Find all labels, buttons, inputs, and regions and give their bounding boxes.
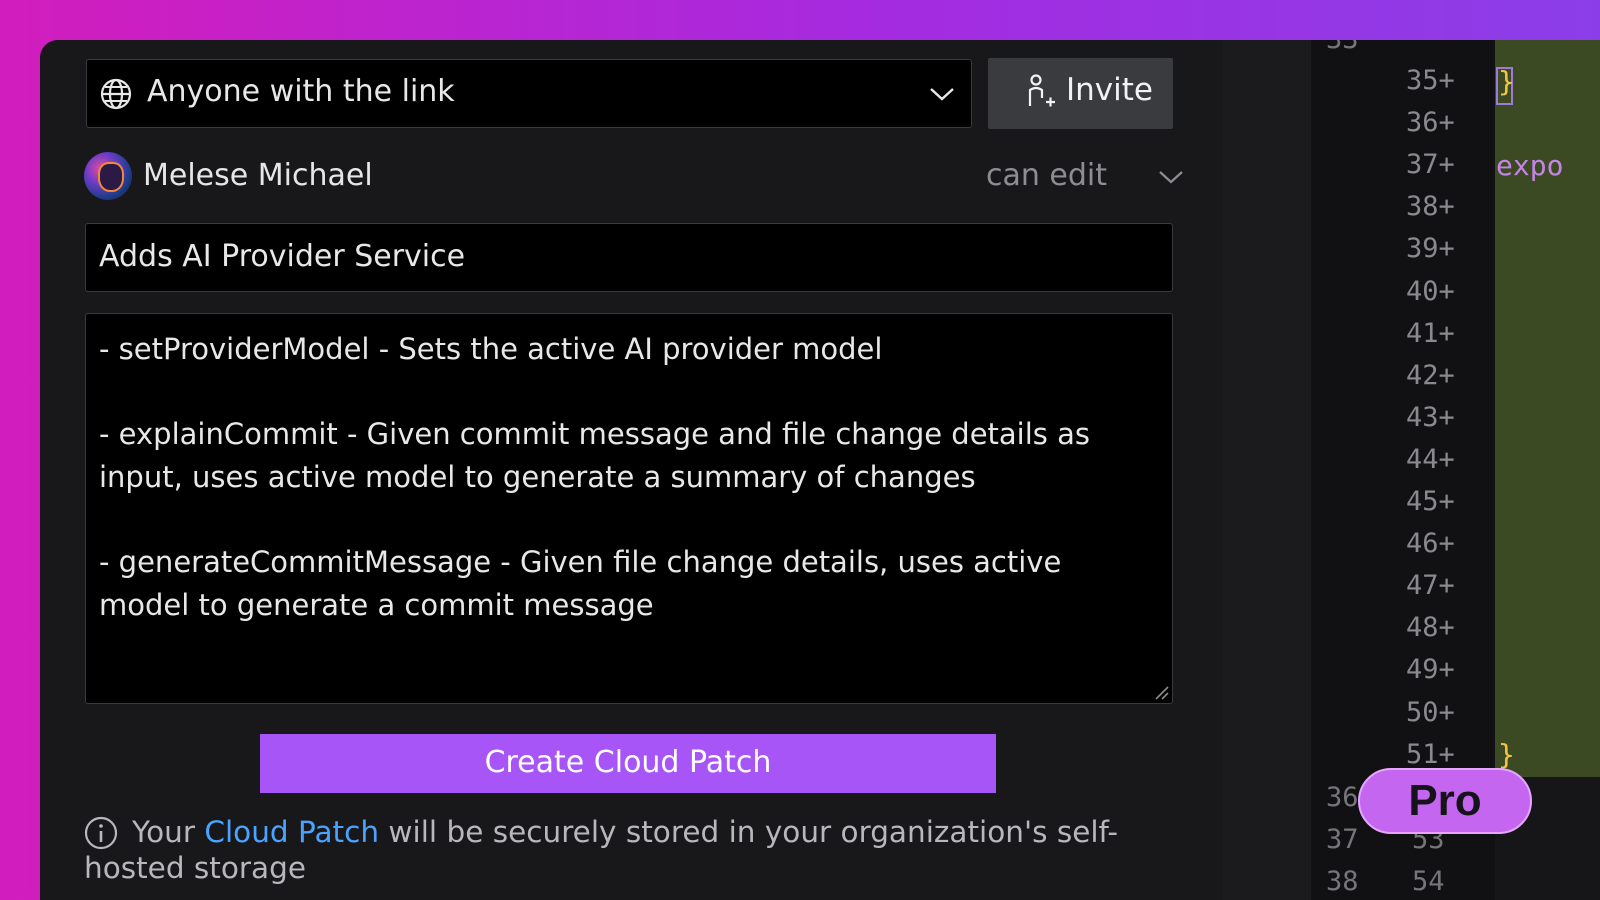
description-line: model to generate a commit message	[99, 587, 654, 622]
globe-icon	[100, 78, 132, 110]
cloud-patch-link[interactable]: Cloud Patch	[204, 815, 379, 849]
description-line: - setProviderModel - Sets the active AI …	[99, 332, 883, 366]
line-number: 41+	[1406, 317, 1455, 349]
patch-title-input[interactable]: Adds AI Provider Service	[85, 223, 1173, 292]
line-number: 35+	[1406, 65, 1455, 96]
chevron-down-icon[interactable]	[1158, 168, 1184, 186]
description-line: input, uses active model to generate a s…	[99, 459, 976, 494]
line-number: 36+	[1406, 107, 1455, 139]
description-line	[99, 371, 1159, 414]
line-number-old: 37	[1326, 824, 1359, 855]
description-line: - generateCommitMessage - Given file cha…	[99, 544, 1062, 579]
line-number: 38+	[1406, 191, 1455, 223]
invite-label: Invite	[1066, 72, 1153, 108]
app-window: Anyone with the link Invite Melese Micha…	[40, 40, 1600, 900]
link-access-label: Anyone with the link	[147, 74, 455, 109]
line-number: 51+	[1406, 738, 1455, 770]
chevron-down-icon	[930, 88, 954, 101]
collaborator-name: Melese Michael	[143, 158, 373, 193]
share-panel: Anyone with the link Invite Melese Micha…	[40, 40, 1223, 900]
description-line: - explainCommit - Given commit message a…	[99, 417, 1090, 452]
info-prefix: Your	[132, 815, 205, 849]
add-person-icon	[1028, 74, 1055, 107]
line-number: 39+	[1406, 233, 1455, 265]
pro-badge: Pro	[1358, 768, 1532, 834]
create-cloud-patch-button[interactable]: Create Cloud Patch	[260, 734, 996, 793]
resize-handle-icon[interactable]	[1153, 684, 1169, 700]
line-number: 45+	[1406, 486, 1455, 517]
line-number: 47+	[1406, 570, 1455, 602]
line-number: 46+	[1406, 528, 1455, 560]
line-number: 44+	[1406, 443, 1455, 475]
permission-select[interactable]: can edit	[986, 158, 1107, 193]
line-number: 33	[1326, 40, 1359, 55]
line-number: 40+	[1406, 275, 1455, 307]
line-number: 50+	[1406, 696, 1455, 728]
info-suffix: will be securely stored in your organiza…	[379, 815, 1118, 849]
info-icon	[84, 816, 118, 850]
line-number: 37+	[1406, 149, 1455, 181]
storage-info-text: Your Cloud Patch will be securely stored…	[132, 814, 1192, 850]
line-number-old: 38	[1326, 866, 1359, 897]
line-number: 43+	[1406, 401, 1455, 433]
line-number: 48+	[1406, 612, 1455, 644]
invite-button[interactable]: Invite	[988, 58, 1173, 129]
line-number-old: 36	[1326, 782, 1359, 813]
diff-gutter	[1223, 40, 1311, 900]
collaborator-row: Melese Michael can edit	[84, 152, 1183, 202]
link-access-select[interactable]: Anyone with the link	[86, 59, 972, 128]
patch-description-textarea[interactable]: - setProviderModel - Sets the active AI …	[85, 313, 1173, 704]
line-number: 49+	[1406, 654, 1455, 686]
storage-info-text-line2: hosted storage	[84, 851, 306, 885]
line-number-new: 54	[1412, 866, 1445, 897]
avatar	[84, 152, 132, 200]
description-line	[99, 498, 1159, 541]
line-number: 42+	[1406, 359, 1455, 391]
